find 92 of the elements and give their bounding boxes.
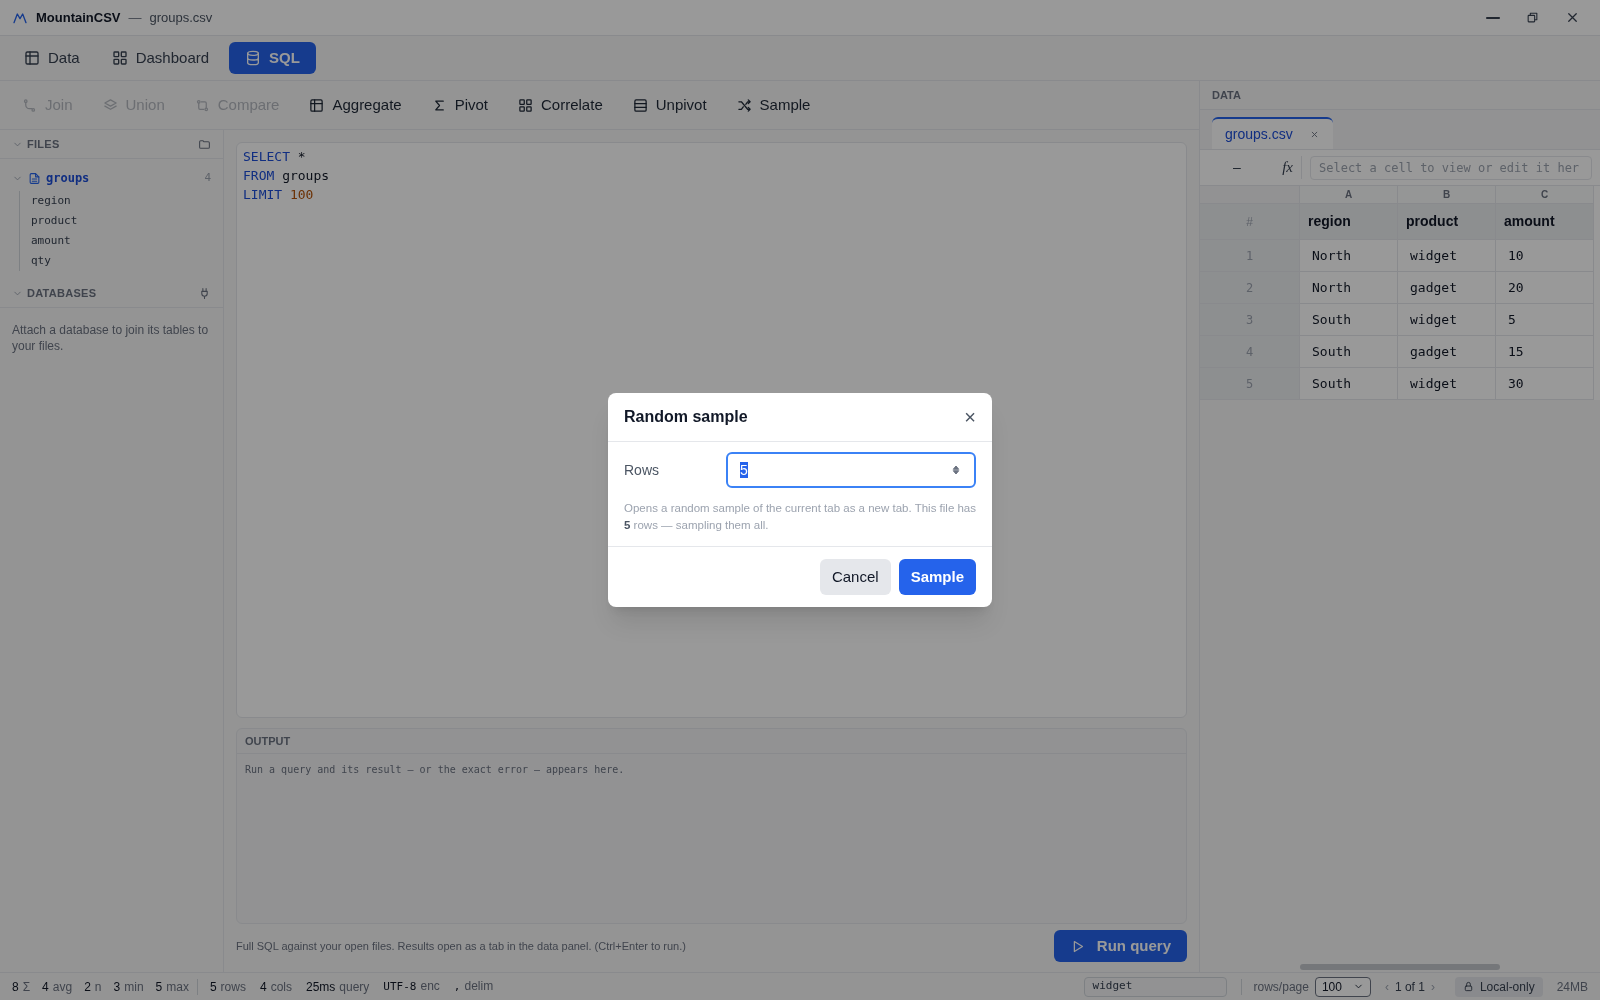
column-header[interactable]: region <box>1300 204 1398 240</box>
column-name[interactable]: qty <box>31 251 223 271</box>
column-letter[interactable]: A <box>1300 186 1398 204</box>
main-tab[interactable]: Dashboard <box>99 42 222 74</box>
grid-icon <box>111 50 128 66</box>
column-letter[interactable]: C <box>1496 186 1594 204</box>
rows-per-page-label: rows/page <box>1253 978 1309 996</box>
spinner-icon <box>950 463 962 477</box>
sql-hint: Full SQL against your open files. Results open as a tab in the data panel. (Ctrl+Enter to run.) <box>236 938 686 954</box>
dialog-title: Random sample <box>624 407 748 427</box>
folder-icon <box>198 137 211 151</box>
branch-icon <box>22 97 37 113</box>
status-stat: 8 Σ <box>12 978 31 996</box>
restore-icon <box>1526 11 1539 24</box>
minimize-icon <box>1486 16 1500 19</box>
table-cell[interactable]: South <box>1300 368 1398 400</box>
table-cell[interactable]: 15 <box>1496 336 1594 368</box>
status-info: 4 cols <box>259 978 292 996</box>
field-label: Rows <box>624 460 660 480</box>
fx-label: fx <box>1274 156 1302 179</box>
table-cell[interactable]: 5 <box>1496 304 1594 336</box>
column-name[interactable]: amount <box>31 231 223 251</box>
cell-reference: – <box>1232 158 1242 177</box>
main-tab[interactable]: Data <box>12 42 92 74</box>
page-indicator: 1 of 1 <box>1394 978 1425 996</box>
scrollbar-thumb[interactable] <box>1300 964 1500 970</box>
rows-icon <box>632 97 648 113</box>
toolbar-button[interactable]: Correlate <box>510 89 611 121</box>
file-name[interactable]: groups <box>46 169 200 187</box>
status-stat: 3 min <box>113 978 144 996</box>
rows-input[interactable]: 5 <box>726 452 976 488</box>
row-number-header: # <box>1200 204 1300 240</box>
table-cell[interactable]: gadget <box>1398 272 1496 304</box>
table-cell[interactable]: 10 <box>1496 240 1594 272</box>
layers-icon <box>102 97 118 113</box>
output-message: Run a query and its result — or the exact error — appears here. <box>244 763 626 777</box>
status-stat: 5 max <box>155 978 189 996</box>
table-cell[interactable]: widget <box>1398 304 1496 336</box>
status-info: , delim <box>453 978 494 996</box>
column-header[interactable]: product <box>1398 204 1496 240</box>
status-stat: 2 n <box>84 978 102 996</box>
column-name[interactable]: product <box>31 211 223 231</box>
file-icon <box>28 171 41 185</box>
table-cell[interactable]: North <box>1300 272 1398 304</box>
window-title: groups.csv <box>149 8 213 27</box>
table-cell[interactable]: gadget <box>1398 336 1496 368</box>
status-info: 25ms query <box>306 978 370 996</box>
column-header[interactable]: amount <box>1496 204 1594 240</box>
toolbar-button[interactable]: Pivot <box>423 89 497 121</box>
table-cell[interactable]: 20 <box>1496 272 1594 304</box>
table-icon <box>24 50 40 66</box>
column-letter[interactable]: B <box>1398 186 1496 204</box>
app-name: MountainCSV <box>36 8 121 27</box>
databases-header: DATABASES <box>27 285 98 301</box>
toolbar-button[interactable]: Unpivot <box>624 89 715 121</box>
run-query-button[interactable]: Run query <box>1053 930 1187 962</box>
status-stat: 4 avg <box>42 978 73 996</box>
dialog-description: Opens a random sample of the current tab as a new tab. This file has 5 rows — sampling them all. <box>624 501 976 533</box>
table-cell[interactable]: widget <box>1398 368 1496 400</box>
files-header: FILES <box>27 136 61 152</box>
close-icon <box>1565 10 1580 25</box>
table-cell[interactable]: widget <box>1398 240 1496 272</box>
sample-button[interactable]: Sample <box>898 559 976 595</box>
rows-per-page-select[interactable]: 100 <box>1314 976 1371 997</box>
databases-hint: Attach a database to join its tables to your files. <box>11 322 210 354</box>
memory-usage: 24MB <box>1556 978 1588 996</box>
cell-value-field[interactable]: widget <box>1083 976 1227 997</box>
table-cell[interactable]: North <box>1300 240 1398 272</box>
toolbar-button[interactable]: Aggregate <box>301 89 410 121</box>
local-only-badge: Local-only <box>1454 976 1543 997</box>
column-name[interactable]: region <box>31 191 223 211</box>
lock-icon <box>1462 981 1474 992</box>
status-info: 5 rows <box>209 978 246 996</box>
output-header: OUTPUT <box>245 733 291 749</box>
database-icon <box>245 50 262 66</box>
table-cell[interactable]: South <box>1300 336 1398 368</box>
table-cell[interactable]: 30 <box>1496 368 1594 400</box>
status-info: UTF-8 enc <box>383 978 440 996</box>
file-tab[interactable]: groups.csv <box>1212 117 1333 149</box>
title-separator: — <box>128 8 142 27</box>
shuffle-icon <box>736 97 752 113</box>
table-icon <box>309 97 325 113</box>
plug-icon <box>198 286 211 300</box>
data-header: DATA <box>1212 87 1241 103</box>
main-tab[interactable]: SQL <box>229 42 316 74</box>
formula-input[interactable]: Select a cell to view or edit it her <box>1310 155 1592 180</box>
close-button[interactable]: × <box>964 407 976 427</box>
table-cell[interactable]: South <box>1300 304 1398 336</box>
grid-icon <box>518 97 534 113</box>
toolbar-button[interactable]: Sample <box>728 89 819 121</box>
cancel-button[interactable]: Cancel <box>819 559 891 595</box>
compare-icon <box>194 97 210 113</box>
